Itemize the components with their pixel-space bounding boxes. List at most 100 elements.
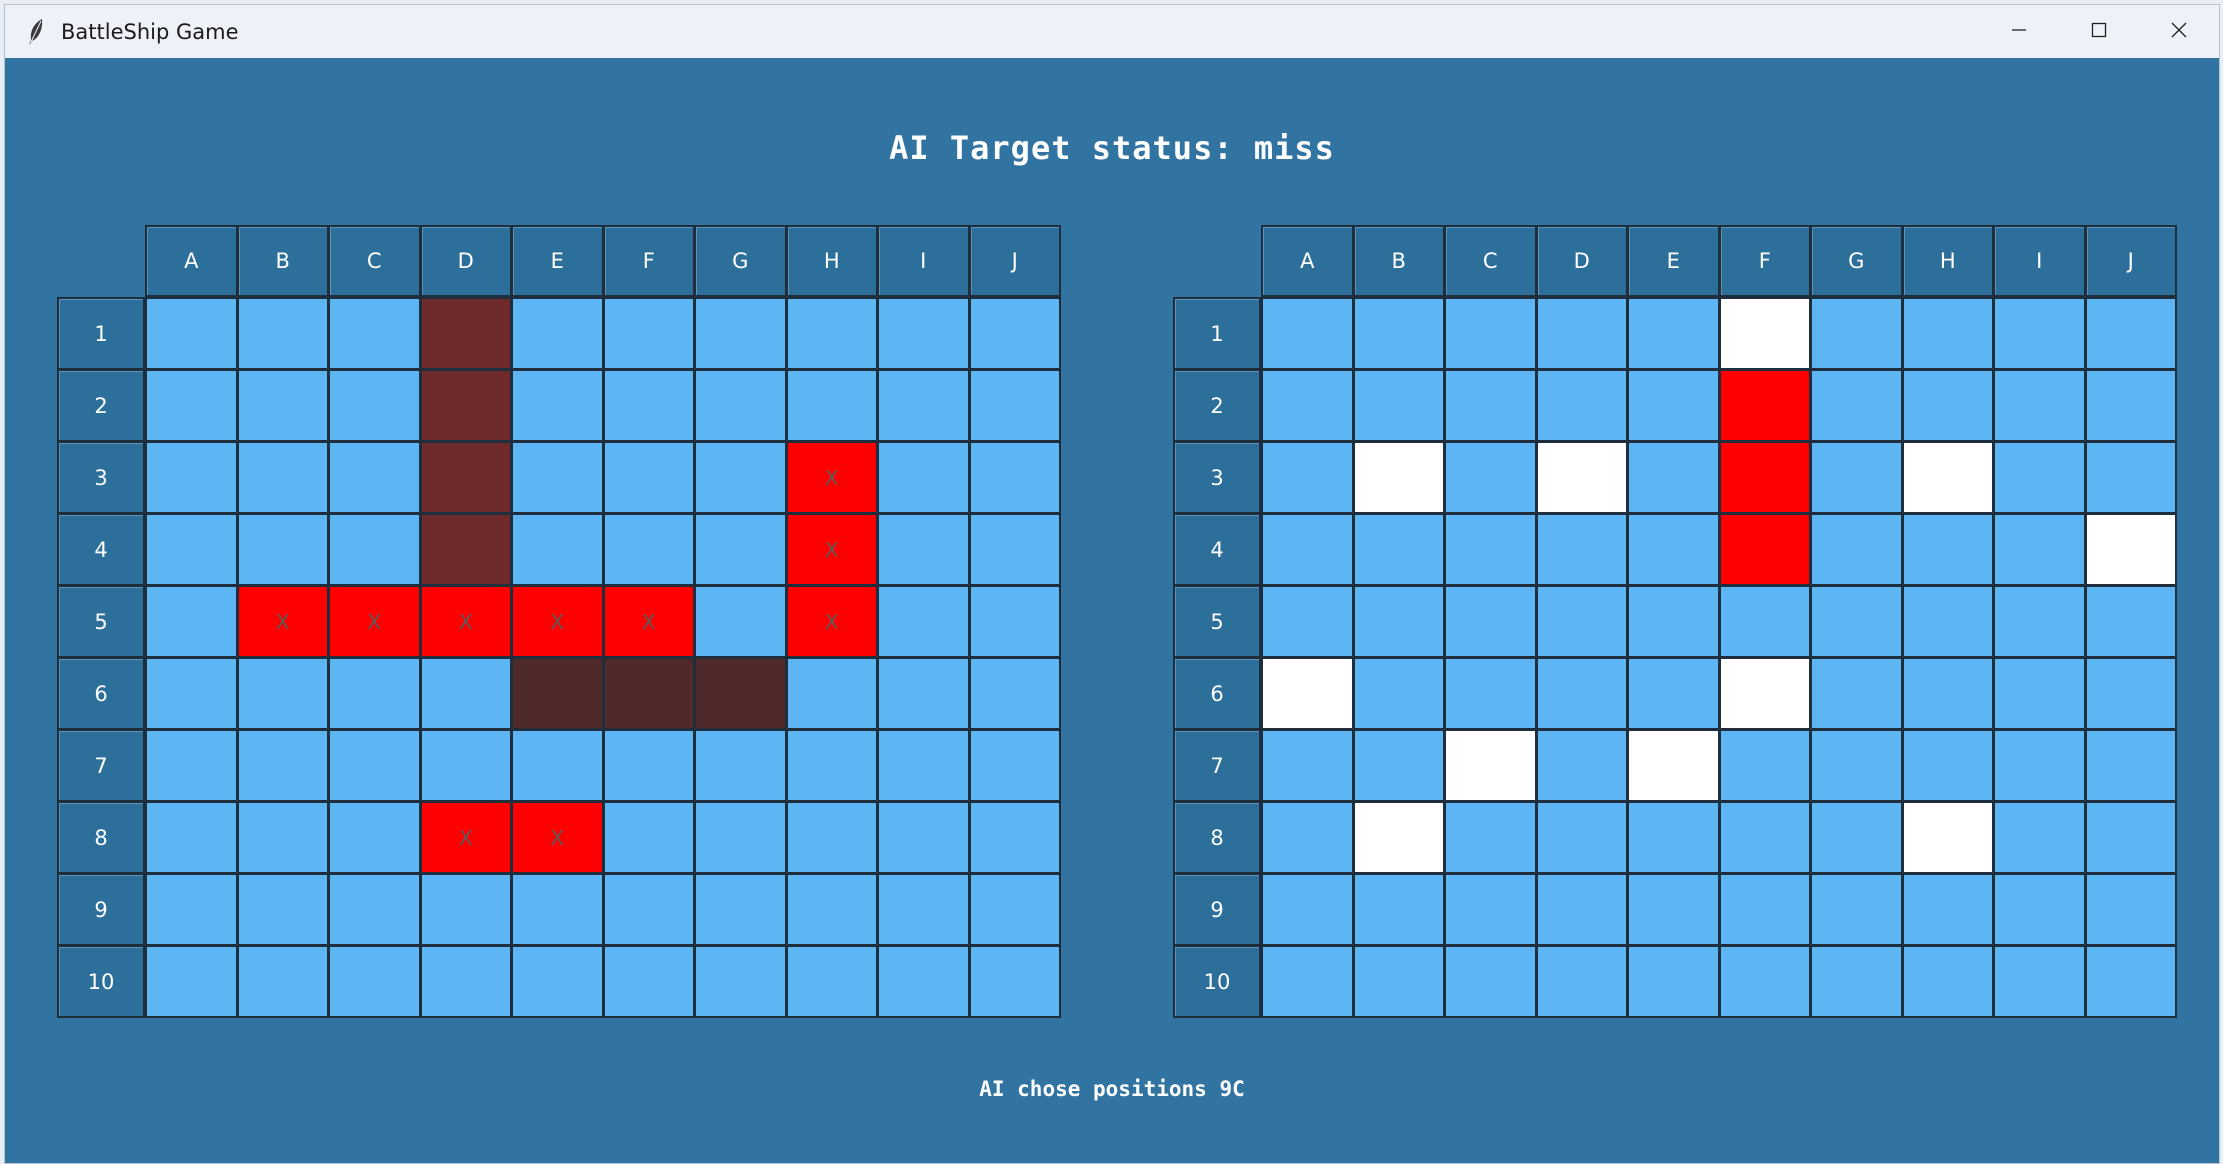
- grid-cell-e5[interactable]: [1627, 585, 1720, 658]
- grid-cell-d9[interactable]: [1535, 873, 1628, 946]
- grid-cell-c6[interactable]: [1444, 657, 1537, 730]
- grid-cell-j8[interactable]: [2084, 801, 2177, 874]
- grid-cell-h10[interactable]: [1901, 945, 1994, 1018]
- grid-cell-d8[interactable]: [1535, 801, 1628, 874]
- grid-cell-i8[interactable]: [1993, 801, 2086, 874]
- grid-cell-g4[interactable]: [1810, 513, 1903, 586]
- grid-cell-d10[interactable]: [1535, 945, 1628, 1018]
- grid-cell-b7[interactable]: [1352, 729, 1445, 802]
- grid-cell-g1[interactable]: [1810, 297, 1903, 370]
- grid-cell-c1[interactable]: [1444, 297, 1537, 370]
- grid-cell-g5[interactable]: [1810, 585, 1903, 658]
- grid-cell-a8[interactable]: [1261, 801, 1354, 874]
- grid-cell-g6[interactable]: [1810, 657, 1903, 730]
- grid-cell-g10[interactable]: [1810, 945, 1903, 1018]
- grid-cell-e2[interactable]: [1627, 369, 1720, 442]
- grid-cell-b4[interactable]: [1352, 513, 1445, 586]
- grid-cell-f3[interactable]: [1718, 441, 1811, 514]
- grid-cell-f5[interactable]: [1718, 585, 1811, 658]
- grid-cell-a10[interactable]: [1261, 945, 1354, 1018]
- grid-cell-j1[interactable]: [2084, 297, 2177, 370]
- grid-cell-c8[interactable]: [1444, 801, 1537, 874]
- grid-cell-d4[interactable]: [1535, 513, 1628, 586]
- grid-cell-a1[interactable]: [1261, 297, 1354, 370]
- grid-cell-g3[interactable]: [1810, 441, 1903, 514]
- grid-cell-d3[interactable]: [1535, 441, 1628, 514]
- grid-cell-a2[interactable]: [1261, 369, 1354, 442]
- grid-cell-g8[interactable]: [1810, 801, 1903, 874]
- grid-cell-f4[interactable]: [1718, 513, 1811, 586]
- grid-cell-c5[interactable]: [1444, 585, 1537, 658]
- grid-cell-i5[interactable]: [1993, 585, 2086, 658]
- grid-cell-f8[interactable]: [1718, 801, 1811, 874]
- grid-cell-b2[interactable]: [1352, 369, 1445, 442]
- grid-cell-i10[interactable]: [1993, 945, 2086, 1018]
- grid-cell-f2[interactable]: [1718, 369, 1811, 442]
- grid-cell-f10[interactable]: [1718, 945, 1811, 1018]
- grid-cell-j4[interactable]: [2084, 513, 2177, 586]
- grid-cell-c4[interactable]: [1444, 513, 1537, 586]
- grid-cell-e6[interactable]: [1627, 657, 1720, 730]
- grid-cell-i6[interactable]: [1993, 657, 2086, 730]
- grid-cell-d1[interactable]: [1535, 297, 1628, 370]
- minimize-button[interactable]: [1979, 5, 2059, 58]
- grid-cell-f6[interactable]: [1718, 657, 1811, 730]
- grid-cell-a3[interactable]: [1261, 441, 1354, 514]
- grid-cell-i1[interactable]: [1993, 297, 2086, 370]
- grid-cell-d2[interactable]: [1535, 369, 1628, 442]
- grid-cell-g7[interactable]: [1810, 729, 1903, 802]
- grid-cell-c7[interactable]: [1444, 729, 1537, 802]
- grid-cell-e7[interactable]: [1627, 729, 1720, 802]
- grid-cell-b1[interactable]: [1352, 297, 1445, 370]
- grid-cell-a9[interactable]: [1261, 873, 1354, 946]
- grid-cell-e10[interactable]: [1627, 945, 1720, 1018]
- grid-cell-f1[interactable]: [1718, 297, 1811, 370]
- grid-cell-h4[interactable]: [1901, 513, 1994, 586]
- grid-cell-b5[interactable]: [1352, 585, 1445, 658]
- grid-cell-e1[interactable]: [1627, 297, 1720, 370]
- grid-cell-j9[interactable]: [2084, 873, 2177, 946]
- grid-cell-h8[interactable]: [1901, 801, 1994, 874]
- grid-cell-j3[interactable]: [2084, 441, 2177, 514]
- grid-cell-c2[interactable]: [1444, 369, 1537, 442]
- grid-cell-f9[interactable]: [1718, 873, 1811, 946]
- grid-cell-i9[interactable]: [1993, 873, 2086, 946]
- grid-cell-a5[interactable]: [1261, 585, 1354, 658]
- grid-cell-j2[interactable]: [2084, 369, 2177, 442]
- grid-cell-a7[interactable]: [1261, 729, 1354, 802]
- grid-cell-b10[interactable]: [1352, 945, 1445, 1018]
- grid-cell-i2[interactable]: [1993, 369, 2086, 442]
- grid-cell-c9[interactable]: [1444, 873, 1537, 946]
- grid-cell-j10[interactable]: [2084, 945, 2177, 1018]
- grid-cell-i7[interactable]: [1993, 729, 2086, 802]
- grid-cell-e9[interactable]: [1627, 873, 1720, 946]
- grid-cell-b8[interactable]: [1352, 801, 1445, 874]
- grid-cell-h3[interactable]: [1901, 441, 1994, 514]
- close-button[interactable]: [2139, 5, 2219, 58]
- grid-cell-c3[interactable]: [1444, 441, 1537, 514]
- grid-cell-h5[interactable]: [1901, 585, 1994, 658]
- grid-cell-h6[interactable]: [1901, 657, 1994, 730]
- grid-cell-a6[interactable]: [1261, 657, 1354, 730]
- grid-cell-j7[interactable]: [2084, 729, 2177, 802]
- grid-cell-b3[interactable]: [1352, 441, 1445, 514]
- grid-cell-d6[interactable]: [1535, 657, 1628, 730]
- grid-cell-h9[interactable]: [1901, 873, 1994, 946]
- grid-cell-b9[interactable]: [1352, 873, 1445, 946]
- grid-cell-h7[interactable]: [1901, 729, 1994, 802]
- grid-cell-c10[interactable]: [1444, 945, 1537, 1018]
- grid-cell-a4[interactable]: [1261, 513, 1354, 586]
- grid-cell-j6[interactable]: [2084, 657, 2177, 730]
- grid-cell-g9[interactable]: [1810, 873, 1903, 946]
- grid-cell-e3[interactable]: [1627, 441, 1720, 514]
- maximize-button[interactable]: [2059, 5, 2139, 58]
- grid-cell-i4[interactable]: [1993, 513, 2086, 586]
- grid-cell-d5[interactable]: [1535, 585, 1628, 658]
- grid-cell-i3[interactable]: [1993, 441, 2086, 514]
- grid-cell-h2[interactable]: [1901, 369, 1994, 442]
- grid-cell-h1[interactable]: [1901, 297, 1994, 370]
- grid-cell-g2[interactable]: [1810, 369, 1903, 442]
- grid-cell-b6[interactable]: [1352, 657, 1445, 730]
- grid-cell-d7[interactable]: [1535, 729, 1628, 802]
- grid-cell-j5[interactable]: [2084, 585, 2177, 658]
